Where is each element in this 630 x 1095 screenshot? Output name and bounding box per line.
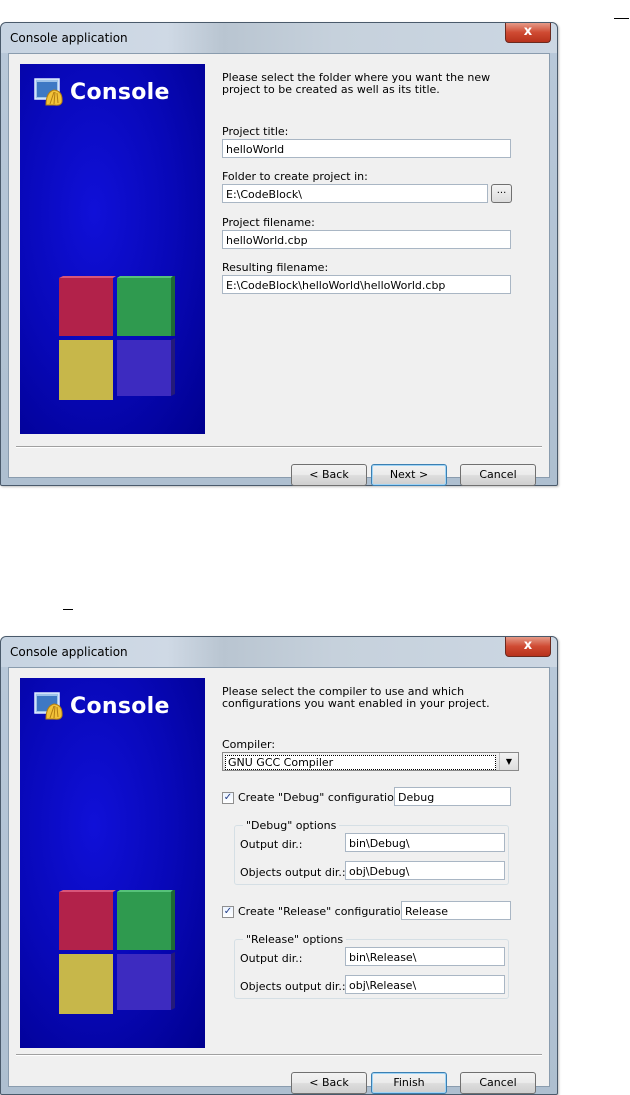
banner-title: Console [70, 693, 170, 719]
release-checkbox[interactable]: ✓ Create "Release" configuration: [222, 905, 411, 918]
banner-title: Console [70, 79, 170, 105]
dialog-compiler: Console application x Console Please sel… [0, 636, 558, 1095]
checkmark-icon: ✓ [222, 905, 234, 918]
separator [16, 446, 542, 448]
debug-options-title: "Debug" options [243, 819, 340, 832]
wizard-banner: Console [20, 64, 205, 434]
window-title: Console application [10, 645, 128, 659]
back-button[interactable]: < Back [291, 464, 367, 486]
window-title: Console application [10, 31, 128, 45]
checkmark-icon: ✓ [222, 791, 234, 804]
cancel-button[interactable]: Cancel [460, 1072, 536, 1094]
wizard-banner: Console [20, 678, 205, 1048]
release-output-label: Output dir.: [240, 952, 303, 965]
intro-text: Please select the folder where you want … [222, 71, 491, 96]
close-button[interactable]: x [505, 23, 551, 43]
chevron-down-icon[interactable]: ▼ [499, 753, 518, 770]
dialog-client-area: Console Please select the compiler to us… [8, 667, 550, 1094]
debug-output-label: Output dir.: [240, 838, 303, 851]
dialog-client-area: Console Please select the folder where y… [8, 53, 550, 486]
debug-objects-input[interactable]: obj\Debug\ [345, 861, 505, 880]
console-logo-icon [34, 692, 63, 720]
release-name-input[interactable]: Release [401, 901, 511, 920]
compiler-select[interactable]: GNU GCC Compiler ▼ [222, 752, 519, 771]
page-dash-mark [63, 609, 73, 610]
brand: Console [34, 78, 170, 106]
release-objects-input[interactable]: obj\Release\ [345, 975, 505, 994]
console-logo-icon [34, 78, 63, 106]
close-button[interactable]: x [505, 637, 551, 657]
cancel-button[interactable]: Cancel [460, 464, 536, 486]
resulting-filename-input[interactable]: E:\CodeBlock\helloWorld\helloWorld.cbp [222, 275, 511, 294]
separator [16, 1054, 542, 1056]
title-bar[interactable]: Console application x [1, 637, 557, 667]
page-dash-mark [614, 18, 629, 19]
title-bar[interactable]: Console application x [1, 23, 557, 53]
browse-button[interactable]: ... [491, 184, 512, 203]
intro-text: Please select the compiler to use and wh… [222, 685, 490, 710]
resulting-filename-label: Resulting filename: [222, 261, 329, 274]
release-objects-label: Objects output dir.: [240, 980, 346, 993]
cubes-graphic [59, 890, 175, 1014]
compiler-selected-value: GNU GCC Compiler [225, 755, 496, 770]
release-checkbox-label: Create "Release" configuration: [238, 905, 412, 918]
brand: Console [34, 692, 170, 720]
compiler-label: Compiler: [222, 738, 276, 751]
cubes-graphic [59, 276, 175, 400]
debug-output-input[interactable]: bin\Debug\ [345, 833, 505, 852]
debug-checkbox[interactable]: ✓ Create "Debug" configuration: [222, 791, 405, 804]
project-title-label: Project title: [222, 125, 289, 138]
back-button[interactable]: < Back [291, 1072, 367, 1094]
project-title-input[interactable]: helloWorld [222, 139, 511, 158]
folder-label: Folder to create project in: [222, 170, 368, 183]
finish-button[interactable]: Finish [371, 1072, 447, 1094]
project-filename-input[interactable]: helloWorld.cbp [222, 230, 511, 249]
debug-name-input[interactable]: Debug [394, 787, 511, 806]
debug-checkbox-label: Create "Debug" configuration: [238, 791, 405, 804]
release-output-input[interactable]: bin\Release\ [345, 947, 505, 966]
next-button[interactable]: Next > [371, 464, 447, 486]
release-options-title: "Release" options [243, 933, 347, 946]
debug-objects-label: Objects output dir.: [240, 866, 346, 879]
dialog-project-folder: Console application x Console Please sel… [0, 22, 558, 486]
project-filename-label: Project filename: [222, 216, 315, 229]
folder-input[interactable]: E:\CodeBlock\ [222, 184, 488, 203]
